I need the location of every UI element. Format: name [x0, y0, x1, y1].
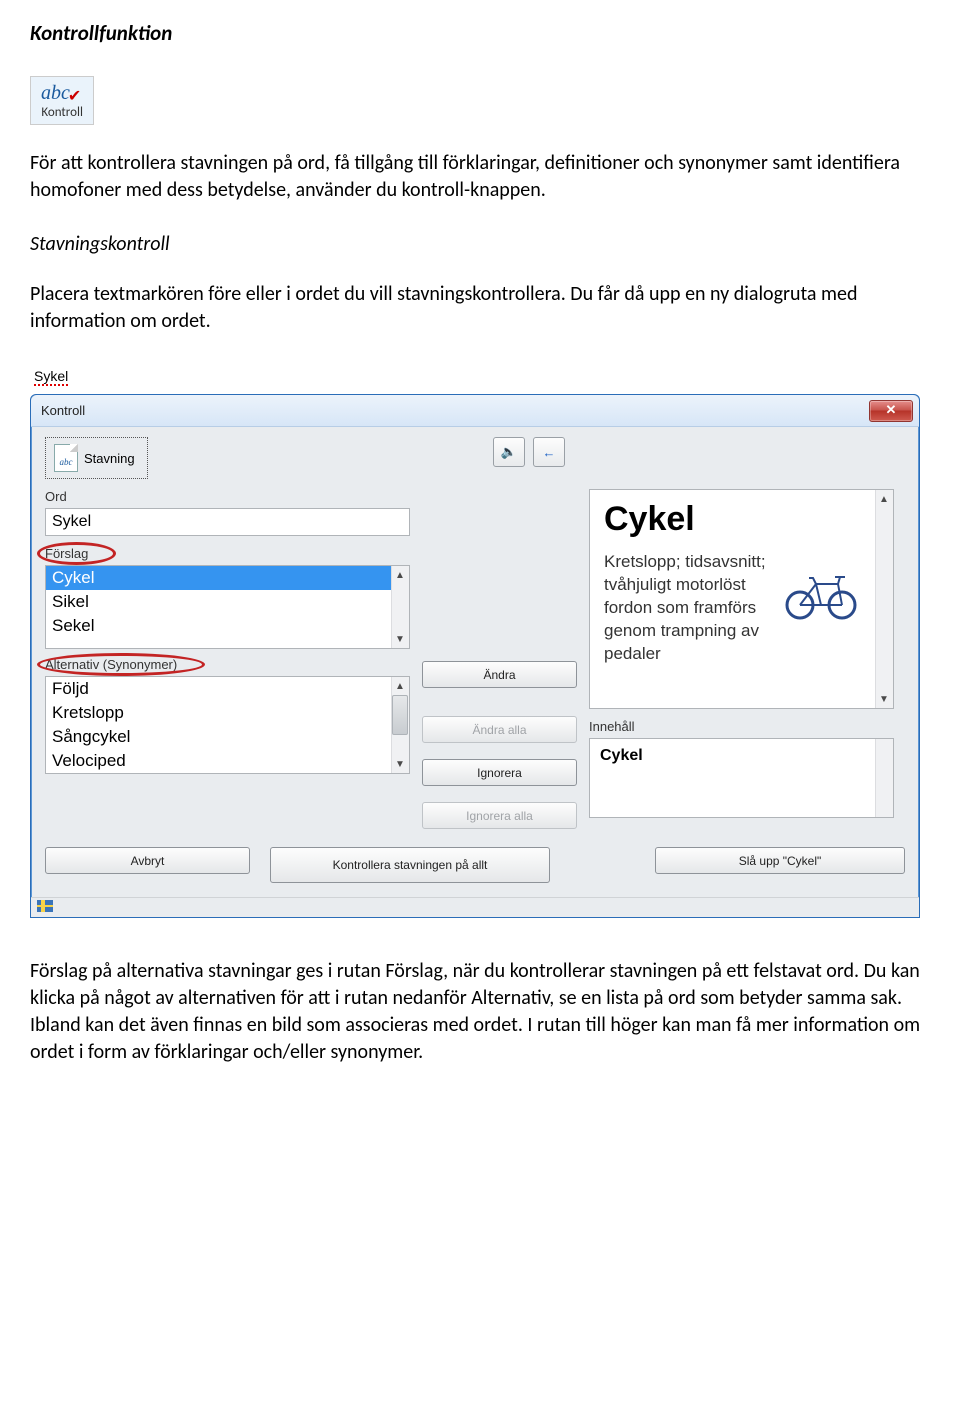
- speaker-icon: 🔈: [501, 444, 517, 460]
- innehall-box[interactable]: Cykel: [589, 738, 894, 818]
- scrollbar[interactable]: ▲ ▼: [875, 490, 893, 708]
- paragraph-2: Placera textmarkören före eller i ordet …: [30, 281, 930, 335]
- kontrollera-allt-button[interactable]: Kontrollera stavningen på allt: [270, 847, 550, 883]
- page-heading: Kontrollfunktion: [30, 20, 930, 46]
- status-bar: [31, 897, 919, 917]
- window-title: Kontroll: [41, 403, 85, 418]
- scroll-up-icon[interactable]: ▲: [875, 490, 893, 508]
- scroll-thumb[interactable]: [392, 695, 408, 735]
- alternativ-label: Alternativ (Synonymer): [45, 657, 410, 672]
- innehall-value: Cykel: [600, 747, 643, 764]
- innehall-label: Innehåll: [589, 719, 894, 734]
- definition-word: Cykel: [604, 500, 879, 539]
- tab-label: Stavning: [84, 451, 135, 466]
- avbryt-button[interactable]: Avbryt: [45, 847, 250, 874]
- document-abc-icon: abc: [54, 444, 78, 472]
- andra-alla-button[interactable]: Ändra alla: [422, 716, 577, 743]
- list-item[interactable]: Sekel: [46, 614, 409, 638]
- close-button[interactable]: ✕: [869, 400, 913, 422]
- abc-icon: abc: [41, 82, 70, 104]
- scrollbar[interactable]: ▲ ▼: [391, 566, 409, 648]
- ignorera-button[interactable]: Ignorera: [422, 759, 577, 786]
- list-item[interactable]: Velociped: [46, 749, 409, 773]
- scroll-up-icon[interactable]: ▲: [391, 566, 409, 584]
- checkmark-icon: ✔: [68, 87, 81, 106]
- scroll-up-icon[interactable]: ▲: [391, 677, 409, 695]
- scroll-down-icon[interactable]: ▼: [391, 630, 409, 648]
- list-item[interactable]: Kretslopp: [46, 701, 409, 725]
- sla-upp-button[interactable]: Slå upp "Cykel": [655, 847, 905, 874]
- andra-button[interactable]: Ändra: [422, 661, 577, 688]
- alternativ-listbox[interactable]: Följd Kretslopp Sångcykel Velociped ▲ ▼: [45, 676, 410, 774]
- close-icon: ✕: [886, 402, 897, 417]
- intro-paragraph: För att kontrollera stavningen på ord, f…: [30, 150, 930, 204]
- ord-label: Ord: [45, 489, 410, 504]
- ord-input[interactable]: [45, 508, 410, 536]
- ignorera-alla-button[interactable]: Ignorera alla: [422, 802, 577, 829]
- subheading: Stavningskontroll: [30, 232, 930, 256]
- scroll-down-icon[interactable]: ▼: [875, 690, 893, 708]
- list-item[interactable]: Sikel: [46, 590, 409, 614]
- back-button[interactable]: ←: [533, 437, 565, 467]
- forslag-listbox[interactable]: Cykel Sikel Sekel ▲ ▼: [45, 565, 410, 649]
- titlebar: Kontroll ✕: [31, 395, 919, 427]
- list-item[interactable]: Sångcykel: [46, 725, 409, 749]
- list-item[interactable]: Följd: [46, 677, 409, 701]
- back-arrow-icon: ←: [543, 445, 556, 460]
- speaker-button[interactable]: 🔈: [493, 437, 525, 467]
- definition-panel: Cykel Kretslopp; tidsavsnitt; tvåhjuligt…: [589, 489, 894, 709]
- list-item[interactable]: Cykel: [46, 566, 409, 590]
- control-icon-label: Kontroll: [41, 105, 83, 120]
- forslag-label: Förslag: [45, 546, 410, 561]
- flag-icon[interactable]: [37, 900, 53, 912]
- definition-text: Kretslopp; tidsavsnitt; tvåhjuligt motor…: [604, 551, 774, 666]
- stavning-tab[interactable]: abc Stavning: [45, 437, 148, 479]
- misspelled-example: Sykel: [34, 368, 68, 386]
- bicycle-icon: [783, 570, 859, 620]
- paragraph-3: Förslag på alternativa stavningar ges i …: [30, 958, 930, 1066]
- scrollbar[interactable]: [875, 739, 893, 817]
- control-toolbar-icon: abc✔ Kontroll: [30, 76, 94, 125]
- scrollbar[interactable]: ▲ ▼: [391, 677, 409, 773]
- kontroll-dialog: Kontroll ✕ abc Stavning 🔈 ← Ord Förslag: [30, 394, 920, 918]
- scroll-down-icon[interactable]: ▼: [391, 755, 409, 773]
